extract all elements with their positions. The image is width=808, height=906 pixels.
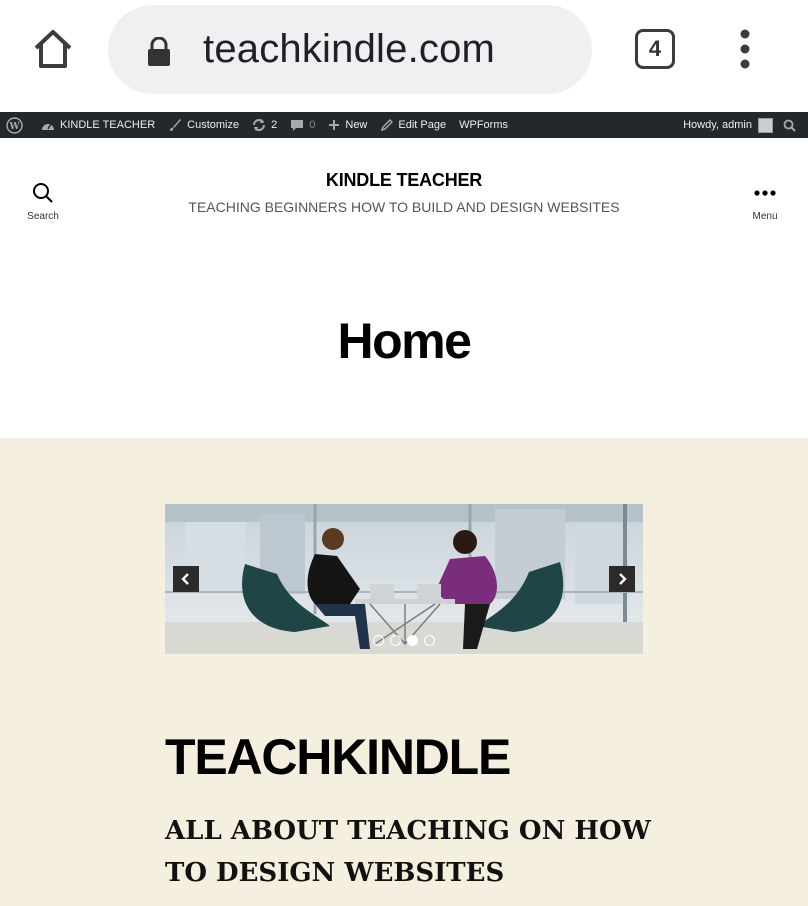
admin-site-name[interactable]: KINDLE TEACHER (41, 119, 155, 131)
more-vert-icon[interactable] (730, 28, 760, 70)
content-heading: TEACHKINDLE (165, 729, 511, 785)
content-subheading-line: ALL ABOUT TEACHING ON HOW (165, 816, 651, 846)
dashboard-icon (42, 123, 54, 130)
site-title[interactable]: KINDLE TEACHER (0, 170, 808, 191)
admin-edit-page-link[interactable]: Edit Page (380, 118, 447, 132)
search-icon[interactable] (783, 119, 796, 132)
content-subheading: ALL ABOUT TEACHING ON HOW TO DESIGN WEBS… (165, 810, 665, 894)
admin-edit-page-label: Edit Page (398, 119, 447, 131)
admin-new-link[interactable]: New (328, 119, 367, 131)
slider-dot[interactable] (390, 635, 401, 646)
admin-comments-link[interactable]: 0 (290, 119, 315, 132)
slider-dot[interactable] (407, 635, 418, 646)
admin-howdy-label[interactable]: Howdy, admin (683, 119, 752, 131)
chevron-left-icon (181, 573, 189, 585)
slider-next-button[interactable] (609, 566, 635, 592)
slider-dot[interactable] (424, 635, 435, 646)
admin-updates-link[interactable]: 2 (252, 118, 277, 132)
content-subheading-line: TO DESIGN WEBSITES (165, 858, 505, 888)
slider-dot[interactable] (373, 635, 384, 646)
admin-wpforms-link[interactable]: WPForms (459, 119, 508, 131)
wordpress-logo-icon[interactable]: W (6, 116, 28, 134)
comment-icon (291, 119, 304, 131)
slider-dots (165, 635, 643, 646)
svg-text:W: W (8, 122, 20, 132)
wp-admin-bar: W KINDLE TEACHER Customize 2 0 New Edit … (0, 112, 808, 138)
browser-toolbar: teachkindle.com 4 (0, 0, 808, 112)
admin-new-label: New (345, 119, 368, 131)
brush-icon (170, 119, 182, 131)
admin-updates-count: 2 (271, 119, 278, 131)
admin-comments-count: 0 (309, 119, 316, 131)
home-icon[interactable] (30, 26, 76, 72)
slide-image (165, 504, 643, 654)
avatar[interactable] (758, 117, 773, 133)
admin-customize-link[interactable]: Customize (168, 118, 239, 132)
address-bar[interactable]: teachkindle.com (108, 5, 592, 94)
chevron-right-icon (619, 573, 627, 585)
pencil-icon (381, 118, 394, 131)
admin-site-name-label: KINDLE TEACHER (60, 119, 156, 131)
refresh-icon (253, 119, 266, 131)
page-title: Home (337, 313, 472, 369)
image-slider[interactable] (165, 504, 643, 654)
url-text[interactable]: teachkindle.com (203, 27, 495, 72)
site-description: TEACHING BEGINNERS HOW TO BUILD AND DESI… (188, 199, 620, 215)
admin-wpforms-label: WPForms (459, 119, 508, 131)
admin-customize-label: Customize (187, 119, 240, 131)
slider-prev-button[interactable] (173, 566, 199, 592)
plus-icon (329, 120, 340, 130)
tab-switcher-button[interactable]: 4 (635, 29, 675, 69)
lock-icon (146, 36, 172, 67)
